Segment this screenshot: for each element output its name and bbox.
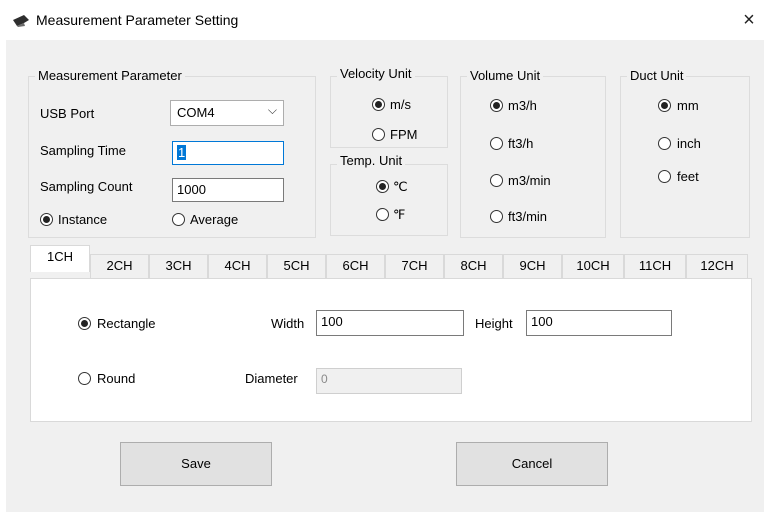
height-value: 100 bbox=[531, 314, 553, 329]
tab-2ch[interactable]: 2CH bbox=[90, 254, 149, 278]
temp-fahrenheit-label: ℉ bbox=[393, 207, 406, 222]
rectangle-label: Rectangle bbox=[97, 316, 156, 331]
diameter-input: 0 bbox=[316, 368, 462, 394]
tab-12ch[interactable]: 12CH bbox=[686, 254, 748, 278]
duct-feet-radio[interactable] bbox=[658, 170, 671, 183]
volume-m3h-label: m3/h bbox=[508, 98, 537, 113]
volume-ft3h-radio[interactable] bbox=[490, 137, 503, 150]
tab-11ch[interactable]: 11CH bbox=[624, 254, 686, 278]
instance-label: Instance bbox=[58, 212, 108, 227]
duct-mm-radio[interactable] bbox=[658, 99, 671, 112]
tab-5ch[interactable]: 5CH bbox=[267, 254, 326, 278]
close-icon[interactable]: × bbox=[736, 6, 762, 34]
height-input[interactable]: 100 bbox=[526, 310, 672, 336]
temp-celsius-radio[interactable] bbox=[376, 180, 389, 193]
width-label: Width bbox=[271, 316, 305, 331]
width-input[interactable]: 100 bbox=[316, 310, 464, 336]
velocity-unit-group bbox=[330, 76, 448, 148]
save-button[interactable]: Save bbox=[120, 442, 272, 486]
sampling-time-input[interactable]: 1 bbox=[172, 141, 284, 165]
width-value: 100 bbox=[321, 314, 343, 329]
volume-ft3min-radio[interactable] bbox=[490, 210, 503, 223]
channel-tab-panel bbox=[30, 278, 752, 422]
volume-m3min-radio[interactable] bbox=[490, 174, 503, 187]
volume-ft3min-label: ft3/min bbox=[508, 209, 548, 224]
velocity-fpm-label: FPM bbox=[390, 127, 418, 142]
diameter-label: Diameter bbox=[245, 371, 298, 386]
volume-m3h-radio[interactable] bbox=[490, 99, 503, 112]
tab-4ch[interactable]: 4CH bbox=[208, 254, 267, 278]
velocity-unit-legend: Velocity Unit bbox=[337, 66, 415, 81]
diameter-value: 0 bbox=[321, 372, 328, 386]
window-title: Measurement Parameter Setting bbox=[36, 12, 239, 28]
sampling-time-label: Sampling Time bbox=[40, 143, 126, 158]
sampling-count-value: 1000 bbox=[177, 182, 206, 197]
title-bar: Measurement Parameter Setting × bbox=[0, 0, 764, 40]
average-label: Average bbox=[190, 212, 239, 227]
duct-mm-label: mm bbox=[677, 98, 699, 113]
usb-port-select[interactable]: COM4 ⌵ bbox=[170, 100, 284, 126]
sampling-count-input[interactable]: 1000 bbox=[172, 178, 284, 202]
tab-10ch[interactable]: 10CH bbox=[562, 254, 624, 278]
chevron-down-icon: ⌵ bbox=[267, 103, 277, 117]
round-radio[interactable] bbox=[78, 372, 91, 385]
tab-6ch[interactable]: 6CH bbox=[326, 254, 385, 278]
duct-inch-radio[interactable] bbox=[658, 137, 671, 150]
tab-9ch[interactable]: 9CH bbox=[503, 254, 562, 278]
tab-7ch[interactable]: 7CH bbox=[385, 254, 444, 278]
temp-unit-group bbox=[330, 164, 448, 236]
duct-inch-label: inch bbox=[677, 136, 701, 151]
instance-radio[interactable] bbox=[40, 213, 53, 226]
volume-unit-legend: Volume Unit bbox=[467, 68, 544, 83]
app-icon bbox=[13, 15, 29, 27]
tab-8ch[interactable]: 8CH bbox=[444, 254, 503, 278]
average-radio[interactable] bbox=[172, 213, 185, 226]
measurement-parameter-legend: Measurement Parameter bbox=[35, 68, 185, 83]
temp-celsius-label: ℃ bbox=[393, 179, 408, 194]
temp-fahrenheit-radio[interactable] bbox=[376, 208, 389, 221]
sampling-time-value: 1 bbox=[177, 145, 187, 160]
tab-1ch[interactable]: 1CH bbox=[30, 245, 90, 272]
velocity-ms-label: m/s bbox=[390, 97, 411, 112]
usb-port-label: USB Port bbox=[40, 106, 95, 121]
temp-unit-legend: Temp. Unit bbox=[337, 153, 406, 168]
sampling-count-label: Sampling Count bbox=[40, 179, 133, 194]
velocity-fpm-radio[interactable] bbox=[372, 128, 385, 141]
volume-m3min-label: m3/min bbox=[508, 173, 551, 188]
rectangle-radio[interactable] bbox=[78, 317, 91, 330]
tab-3ch[interactable]: 3CH bbox=[149, 254, 208, 278]
height-label: Height bbox=[475, 316, 513, 331]
volume-ft3h-label: ft3/h bbox=[508, 136, 534, 151]
duct-feet-label: feet bbox=[677, 169, 699, 184]
round-label: Round bbox=[97, 371, 136, 386]
duct-unit-legend: Duct Unit bbox=[627, 68, 687, 83]
usb-port-value: COM4 bbox=[177, 105, 215, 120]
velocity-ms-radio[interactable] bbox=[372, 98, 385, 111]
cancel-button[interactable]: Cancel bbox=[456, 442, 608, 486]
